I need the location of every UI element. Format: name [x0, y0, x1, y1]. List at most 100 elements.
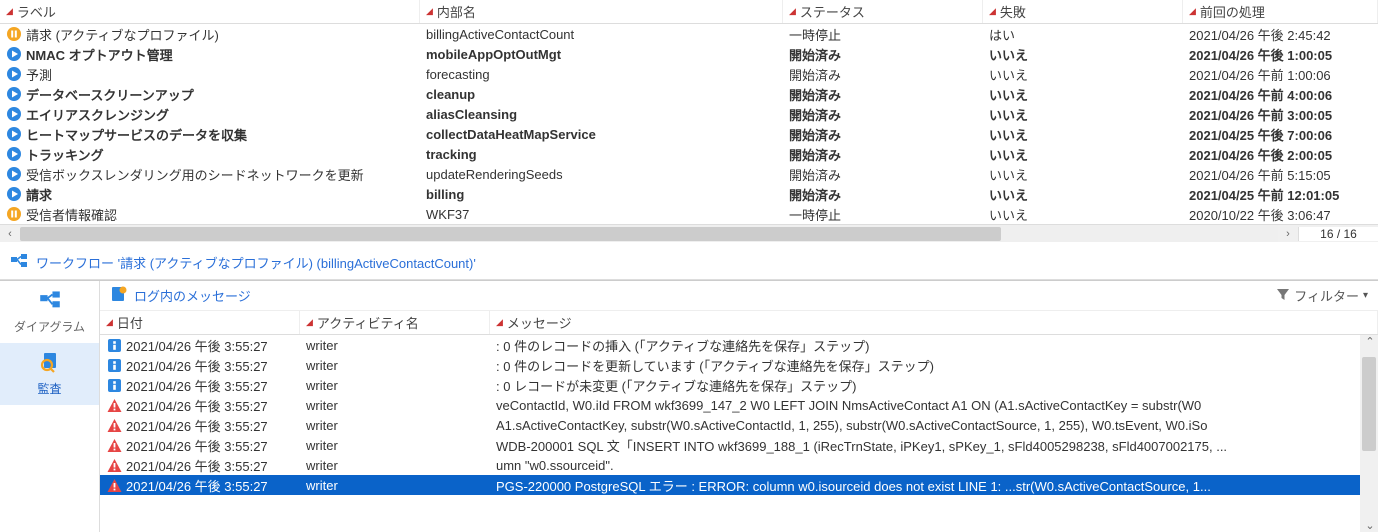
- log-row[interactable]: 2021/04/26 午後 3:55:27writer: 0 件のレコードの挿入…: [100, 335, 1378, 355]
- log-row[interactable]: 2021/04/26 午後 3:55:27writerA1.sActiveCon…: [100, 415, 1378, 435]
- cell-status: 開始済み: [783, 125, 983, 144]
- cell-last: 2021/04/26 午前 4:00:06: [1183, 85, 1378, 104]
- chevron-down-icon: ▾: [1363, 290, 1368, 301]
- cell-internal: updateRenderingSeeds: [420, 167, 783, 182]
- cell-message: : 0 件のレコードの挿入 (「アクティブな連絡先を保存」ステップ): [490, 336, 1378, 355]
- cell-message: WDB-200001 SQL 文「INSERT INTO wkf3699_188…: [490, 436, 1378, 455]
- scroll-down-button[interactable]: ⌄: [1360, 519, 1378, 532]
- table-row[interactable]: 受信者情報確認WKF37一時停止いいえ2020/10/22 午後 3:06:47: [0, 204, 1378, 224]
- log-row[interactable]: 2021/04/26 午後 3:55:27writerPGS-220000 Po…: [100, 475, 1378, 495]
- cell-label: データベースクリーンアップ: [0, 85, 420, 104]
- col-header-label[interactable]: ◢ラベル: [0, 0, 420, 23]
- cell-last: 2021/04/26 午後 2:45:42: [1183, 25, 1378, 44]
- warning-icon: [106, 457, 122, 473]
- log-col-activity[interactable]: ◢アクティビティ名: [300, 311, 490, 334]
- table-row[interactable]: 請求billing開始済みいいえ2021/04/25 午前 12:01:05: [0, 184, 1378, 204]
- table-row[interactable]: 予測forecasting開始済みいいえ2021/04/26 午前 1:00:0…: [0, 64, 1378, 84]
- cell-message: veContactId, W0.iId FROM wkf3699_147_2 W…: [490, 398, 1378, 413]
- filter-button[interactable]: フィルター ▾: [1276, 286, 1368, 305]
- table-row[interactable]: データベースクリーンアップcleanup開始済みいいえ2021/04/26 午前…: [0, 84, 1378, 104]
- scroll-thumb[interactable]: [20, 227, 1001, 241]
- cell-fail: いいえ: [983, 45, 1183, 64]
- play-icon: [6, 66, 22, 82]
- cell-activity: writer: [300, 438, 490, 453]
- play-icon: [6, 186, 22, 202]
- cell-fail: いいえ: [983, 185, 1183, 204]
- cell-status: 一時停止: [783, 25, 983, 44]
- cell-message: A1.sActiveContactKey, substr(W0.sActiveC…: [490, 418, 1378, 433]
- scroll-right-button[interactable]: ›: [1278, 228, 1298, 240]
- cell-status: 一時停止: [783, 205, 983, 224]
- sort-icon: ◢: [1189, 6, 1196, 17]
- warning-icon: [106, 417, 122, 433]
- funnel-icon: [1276, 287, 1290, 304]
- col-header-status[interactable]: ◢ステータス: [783, 0, 983, 23]
- log-row[interactable]: 2021/04/26 午後 3:55:27writerWDB-200001 SQ…: [100, 435, 1378, 455]
- cell-internal: cleanup: [420, 87, 783, 102]
- log-body: 2021/04/26 午後 3:55:27writer: 0 件のレコードの挿入…: [100, 335, 1378, 532]
- cell-fail: いいえ: [983, 145, 1183, 164]
- col-header-internal[interactable]: ◢内部名: [420, 0, 783, 23]
- horizontal-scrollbar[interactable]: ‹ › 16 / 16: [0, 224, 1378, 242]
- cell-message: PGS-220000 PostgreSQL エラー : ERROR: colum…: [490, 476, 1378, 495]
- table-body: 請求 (アクティブなプロファイル)billingActiveContactCou…: [0, 24, 1378, 224]
- warning-icon: [106, 397, 122, 413]
- log-col-date[interactable]: ◢日付: [100, 311, 300, 334]
- cell-date: 2021/04/26 午後 3:55:27: [100, 376, 300, 395]
- cell-last: 2021/04/25 午前 12:01:05: [1183, 185, 1378, 204]
- log-row[interactable]: 2021/04/26 午後 3:55:27writerveContactId, …: [100, 395, 1378, 415]
- table-row[interactable]: ヒートマップサービスのデータを収集collectDataHeatMapServi…: [0, 124, 1378, 144]
- breadcrumb: ワークフロー '請求 (アクティブなプロファイル) (billingActive…: [0, 242, 1378, 280]
- table-row[interactable]: 請求 (アクティブなプロファイル)billingActiveContactCou…: [0, 24, 1378, 44]
- cell-fail: いいえ: [983, 105, 1183, 124]
- cell-status: 開始済み: [783, 65, 983, 84]
- col-header-fail[interactable]: ◢失敗: [983, 0, 1183, 23]
- table-row[interactable]: 受信ボックスレンダリング用のシードネットワークを更新updateRenderin…: [0, 164, 1378, 184]
- cell-activity: writer: [300, 478, 490, 493]
- cell-internal: WKF37: [420, 207, 783, 222]
- tab-audit[interactable]: 監査: [0, 343, 99, 405]
- table-row[interactable]: NMAC オプトアウト管理mobileAppOptOutMgt開始済みいいえ20…: [0, 44, 1378, 64]
- sort-icon: ◢: [6, 6, 13, 17]
- cell-label: 受信ボックスレンダリング用のシードネットワークを更新: [0, 165, 420, 184]
- sort-icon: ◢: [989, 6, 996, 17]
- cell-fail: いいえ: [983, 65, 1183, 84]
- cell-label: トラッキング: [0, 145, 420, 164]
- vertical-scrollbar[interactable]: ⌃ ⌄: [1360, 335, 1378, 532]
- cell-status: 開始済み: [783, 185, 983, 204]
- log-area: ログ内のメッセージ フィルター ▾ ◢日付 ◢アクティビティ名 ◢メッセージ 2…: [100, 281, 1378, 532]
- log-row[interactable]: 2021/04/26 午後 3:55:27writer: 0 件のレコードを更新…: [100, 355, 1378, 375]
- table-row[interactable]: トラッキングtracking開始済みいいえ2021/04/26 午後 2:00:…: [0, 144, 1378, 164]
- scroll-left-button[interactable]: ‹: [0, 228, 20, 240]
- cell-label: 受信者情報確認: [0, 205, 420, 224]
- cell-label: エイリアスクレンジング: [0, 105, 420, 124]
- workflow-table: ◢ラベル ◢内部名 ◢ステータス ◢失敗 ◢前回の処理 請求 (アクティブなプロ…: [0, 0, 1378, 242]
- scroll-thumb[interactable]: [1362, 357, 1376, 451]
- play-icon: [6, 86, 22, 102]
- cell-internal: billing: [420, 187, 783, 202]
- scroll-track[interactable]: [20, 225, 1278, 243]
- log-row[interactable]: 2021/04/26 午後 3:55:27writerumn "w0.ssour…: [100, 455, 1378, 475]
- info-icon: [106, 357, 122, 373]
- log-col-message[interactable]: ◢メッセージ: [490, 311, 1378, 334]
- col-header-last[interactable]: ◢前回の処理: [1183, 0, 1378, 23]
- cell-date: 2021/04/26 午後 3:55:27: [100, 416, 300, 435]
- cell-status: 開始済み: [783, 45, 983, 64]
- cell-internal: collectDataHeatMapService: [420, 127, 783, 142]
- cell-label: NMAC オプトアウト管理: [0, 45, 420, 64]
- cell-label: 請求 (アクティブなプロファイル): [0, 25, 420, 44]
- cell-date: 2021/04/26 午後 3:55:27: [100, 456, 300, 475]
- audit-icon: [39, 351, 61, 380]
- play-icon: [6, 126, 22, 142]
- tab-diagram[interactable]: ダイアグラム: [0, 281, 99, 343]
- cell-date: 2021/04/26 午後 3:55:27: [100, 396, 300, 415]
- cell-last: 2021/04/26 午前 5:15:05: [1183, 165, 1378, 184]
- cell-internal: mobileAppOptOutMgt: [420, 47, 783, 62]
- scroll-up-button[interactable]: ⌃: [1360, 335, 1378, 348]
- log-row[interactable]: 2021/04/26 午後 3:55:27writer: 0 レコードが未変更 …: [100, 375, 1378, 395]
- info-icon: [106, 377, 122, 393]
- table-row[interactable]: エイリアスクレンジングaliasCleansing開始済みいいえ2021/04/…: [0, 104, 1378, 124]
- log-messages-button[interactable]: ログ内のメッセージ: [110, 285, 251, 306]
- warning-icon: [106, 437, 122, 453]
- cell-message: : 0 レコードが未変更 (「アクティブな連絡先を保存」ステップ): [490, 376, 1378, 395]
